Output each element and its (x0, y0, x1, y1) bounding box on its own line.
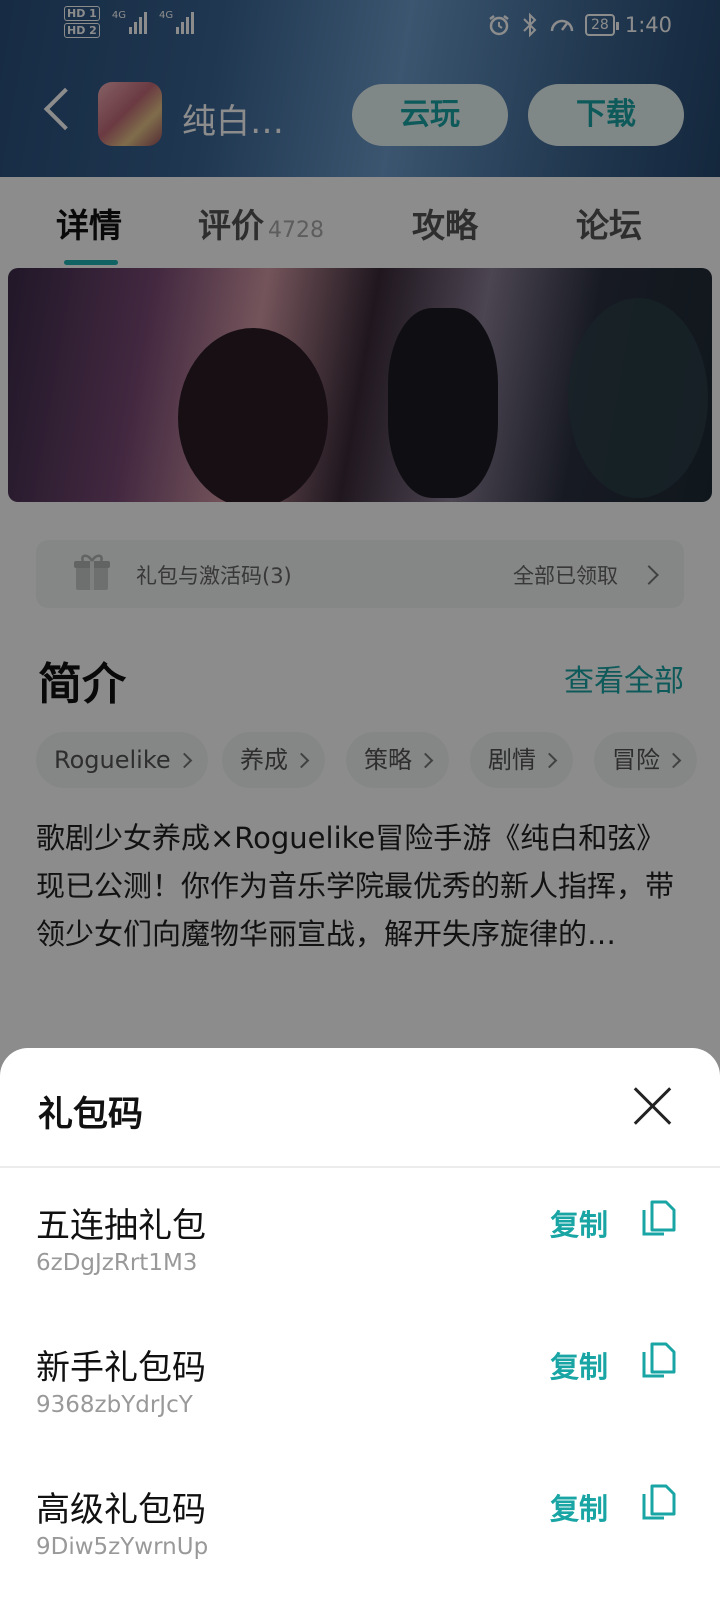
gift-name: 五连抽礼包 (36, 1206, 206, 1246)
gift-name: 新手礼包码 (36, 1348, 206, 1388)
gift-code: 6zDgJzRrt1M3 (36, 1250, 198, 1276)
copy-icon[interactable] (640, 1198, 676, 1238)
divider (0, 1166, 720, 1168)
close-icon[interactable] (632, 1086, 672, 1126)
copy-button[interactable]: 复制 (550, 1344, 608, 1386)
sheet-title: 礼包码 (38, 1095, 144, 1135)
list-item: 五连抽礼包 6zDgJzRrt1M3 复制 (0, 1198, 720, 1318)
gift-code-sheet: 礼包码 五连抽礼包 6zDgJzRrt1M3 复制 新手礼包码 9368zbYd… (0, 1048, 720, 1600)
copy-button[interactable]: 复制 (550, 1202, 608, 1244)
copy-icon[interactable] (640, 1340, 676, 1380)
gift-code: 9368zbYdrJcY (36, 1392, 193, 1418)
copy-button[interactable]: 复制 (550, 1486, 608, 1528)
list-item: 新手礼包码 9368zbYdrJcY 复制 (0, 1340, 720, 1460)
list-item: 高级礼包码 9Diw5zYwrnUp 复制 (0, 1482, 720, 1602)
gift-code: 9Diw5zYwrnUp (36, 1534, 209, 1560)
gift-name: 高级礼包码 (36, 1490, 206, 1530)
copy-icon[interactable] (640, 1482, 676, 1522)
